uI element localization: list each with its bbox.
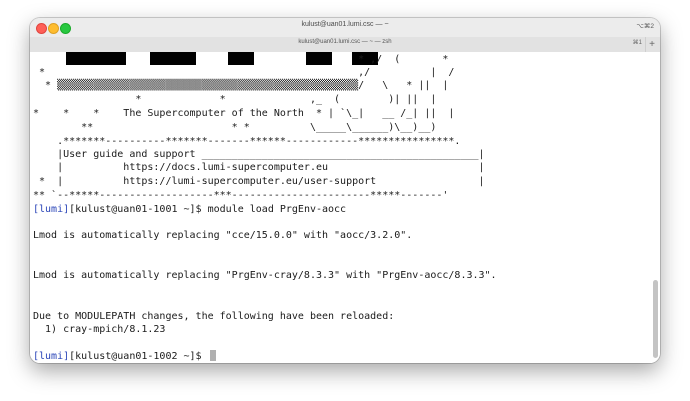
banner-line: * ,/ ( * [33, 54, 449, 65]
title-bar[interactable]: kulust@uan01.lumi.csc — ~ ⌥⌘2 [30, 18, 660, 37]
tab-shortcut: ⌘1 [632, 40, 642, 46]
terminal-window: kulust@uan01.lumi.csc — ~ ⌥⌘2 kulust@uan… [30, 18, 660, 363]
banner-line: | https://docs.lumi-supercomputer.eu | [33, 162, 485, 173]
output-line: Lmod is automatically replacing "cce/15.… [33, 230, 413, 241]
banner-line: |User guide and support ________________… [33, 149, 485, 160]
window-title: kulust@uan01.lumi.csc — ~ [301, 21, 389, 28]
banner-line: .*******----------*******-------******--… [33, 136, 461, 147]
new-tab-button[interactable]: + [645, 37, 658, 52]
prompt-line: [lumi][kulust@uan01-1001 ~]$ module load… [33, 204, 346, 216]
tab-bar: kulust@uan01.lumi.csc — ~ — zsh ⌘1 + [30, 37, 660, 53]
command-text: module load PrgEnv-aocc [207, 204, 347, 215]
banner-line: * * ,_ ( )| || | [33, 94, 437, 105]
prompt-line[interactable]: [lumi][kulust@uan01-1002 ~]$ [33, 350, 216, 363]
text-cursor [209, 350, 216, 361]
banner-line: * | https://lumi-supercomputer.eu/user-s… [33, 176, 485, 187]
banner-line: ** `--*****-------------------***-------… [33, 190, 449, 201]
prompt-host: [lumi] [33, 204, 70, 215]
banner-line: * * * The Supercomputer of the North * |… [33, 108, 455, 119]
window-shortcut: ⌥⌘2 [636, 23, 654, 30]
output-line: 1) cray-mpich/8.1.23 [33, 324, 166, 335]
prompt-user: [kulust@uan01-1002 ~]$ [69, 351, 208, 362]
output-line: Lmod is automatically replacing "PrgEnv-… [33, 270, 497, 281]
terminal-content[interactable]: * ,/ ( * * ,/ | / * ▒▒▒▒▒▒▒▒▒▒▒▒▒▒▒▒▒▒▒▒… [30, 52, 660, 363]
banner-line: ** * * \_____\______)\__)__) [33, 122, 437, 133]
scrollbar-thumb[interactable] [653, 280, 658, 358]
tab-active[interactable]: kulust@uan01.lumi.csc — ~ — zsh [30, 39, 660, 45]
prompt-host: [lumi] [33, 351, 70, 362]
banner-line: * ▒▒▒▒▒▒▒▒▒▒▒▒▒▒▒▒▒▒▒▒▒▒▒▒▒▒▒▒▒▒▒▒▒▒▒▒▒▒… [33, 80, 449, 91]
prompt-user: [kulust@uan01-1001 ~]$ [69, 204, 208, 215]
output-line: Due to MODULEPATH changes, the following… [33, 311, 395, 322]
banner-line: * ,/ | / [33, 67, 455, 78]
